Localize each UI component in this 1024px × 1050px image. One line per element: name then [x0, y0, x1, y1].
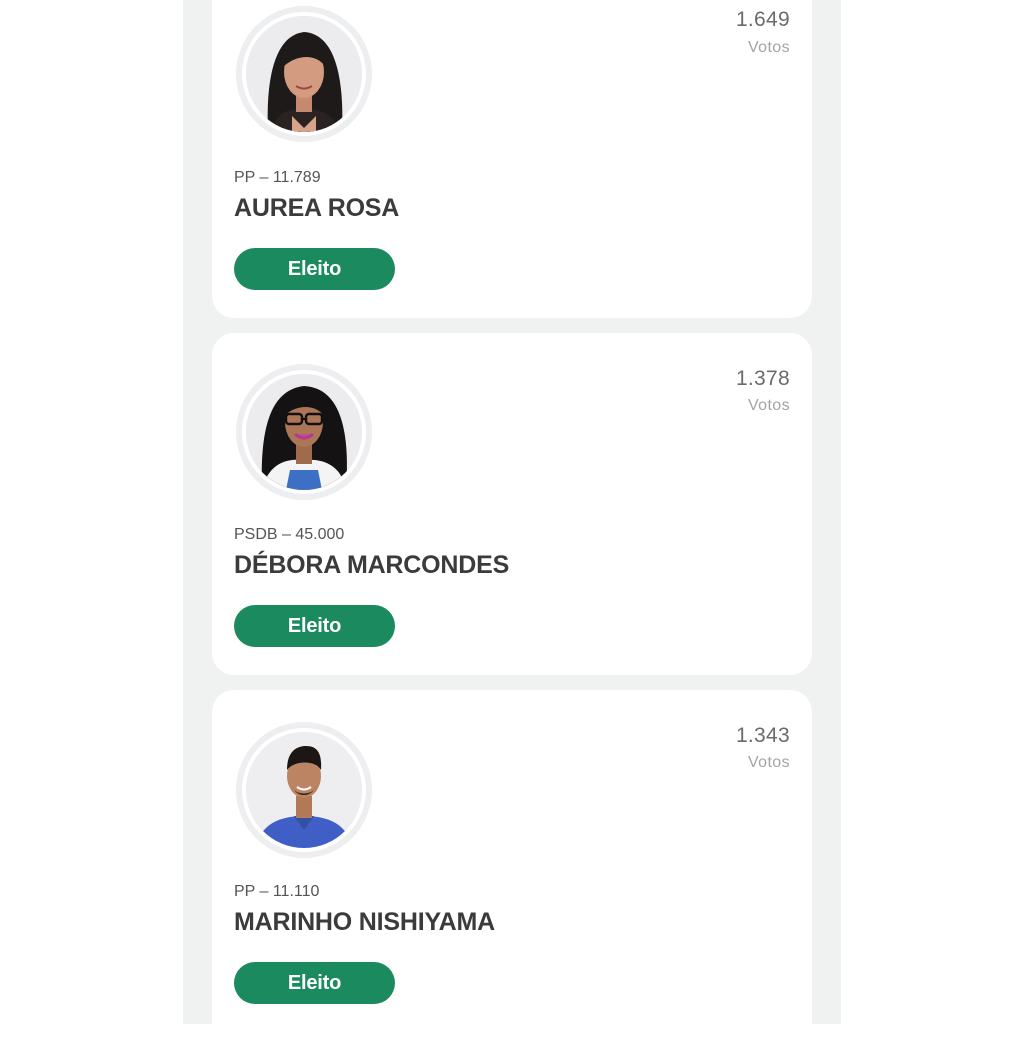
vote-count: 1.378: [735, 367, 790, 390]
candidate-card: 1.343 Votos PP – 11.110 MARINHO NISHIYAM…: [212, 690, 812, 1050]
party-number: PP – 11.110: [234, 883, 320, 900]
candidate-name: DÉBORA MARCONDES: [234, 551, 510, 579]
candidate-card: 1.378 Votos PSDB – 45.000 DÉBORA MARCOND…: [212, 333, 812, 675]
candidate-avatar: [236, 364, 372, 500]
candidate-photo: [246, 16, 362, 132]
elected-status-badge: Eleito: [234, 248, 395, 290]
candidate-avatar: [236, 6, 372, 142]
candidate-photo: [246, 732, 362, 848]
candidate-photo: [246, 374, 362, 490]
party-number: PP – 11.789: [234, 169, 321, 186]
vote-label: Votos: [747, 397, 790, 414]
elected-status-badge: Eleito: [234, 605, 395, 647]
candidate-avatar: [236, 722, 372, 858]
party-number: PSDB – 45.000: [234, 526, 345, 543]
candidate-name: AUREA ROSA: [234, 194, 400, 222]
elected-status-badge: Eleito: [234, 962, 395, 1004]
vote-label: Votos: [747, 39, 790, 56]
vote-count: 1.649: [735, 8, 790, 31]
vote-count: 1.343: [735, 724, 790, 747]
vote-label: Votos: [747, 754, 790, 771]
candidate-card: 1.649 Votos PP – 11.789 AUREA ROSA Eleit…: [212, 0, 812, 318]
candidate-name: MARINHO NISHIYAMA: [234, 908, 495, 936]
